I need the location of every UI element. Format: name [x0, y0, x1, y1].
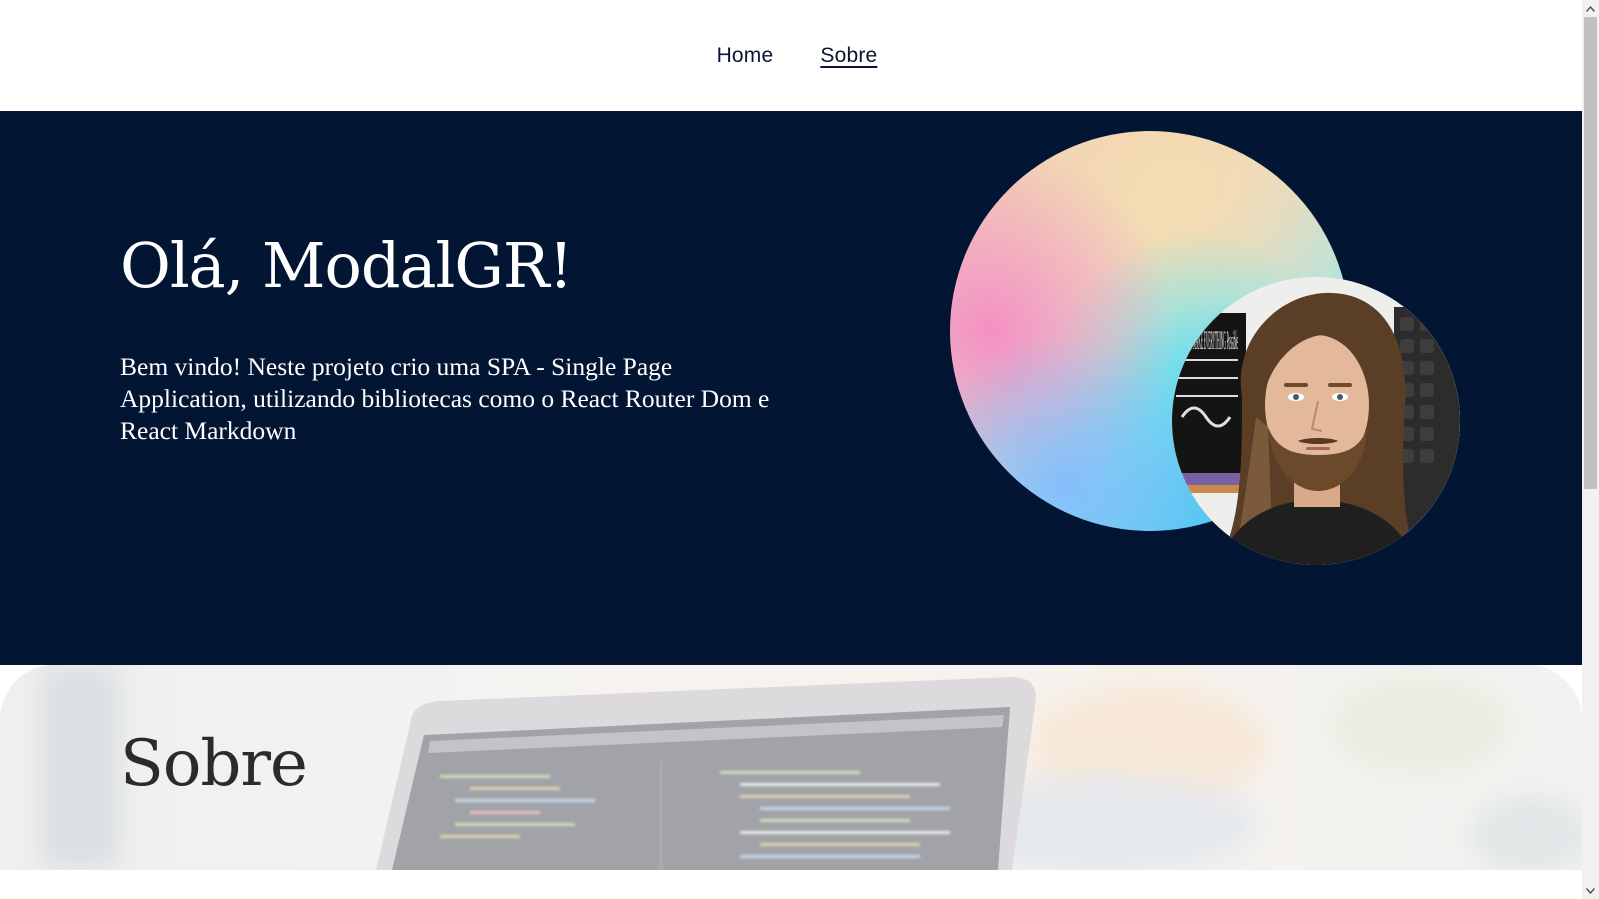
page-below-fold [0, 870, 1582, 899]
hero-title: Olá, ModalGR! [120, 229, 573, 302]
nav-link-sobre[interactable]: Sobre [820, 44, 877, 68]
browser-page: Home Sobre Olá, ModalGR! Bem vindo! Nest… [0, 0, 1599, 899]
hero-section: Olá, ModalGR! Bem vindo! Neste projeto c… [0, 111, 1582, 665]
top-navigation: Home Sobre [0, 0, 1582, 111]
hero-description: Bem vindo! Neste projeto crio uma SPA - … [120, 352, 770, 445]
page-content[interactable]: Home Sobre Olá, ModalGR! Bem vindo! Nest… [0, 0, 1582, 899]
scroll-down-arrow-icon[interactable] [1582, 882, 1599, 899]
sobre-title: Sobre [120, 727, 308, 801]
scroll-up-arrow-icon[interactable] [1582, 0, 1599, 17]
nav-link-home[interactable]: Home [717, 44, 774, 68]
scrollbar-thumb[interactable] [1584, 17, 1597, 489]
vertical-scrollbar[interactable] [1582, 0, 1599, 899]
profile-photo-illustration: Co MAKE EVERYTHING Possible [1172, 277, 1460, 565]
sobre-section: Sobre [0, 665, 1582, 870]
profile-photo: Co MAKE EVERYTHING Possible [1172, 277, 1460, 565]
